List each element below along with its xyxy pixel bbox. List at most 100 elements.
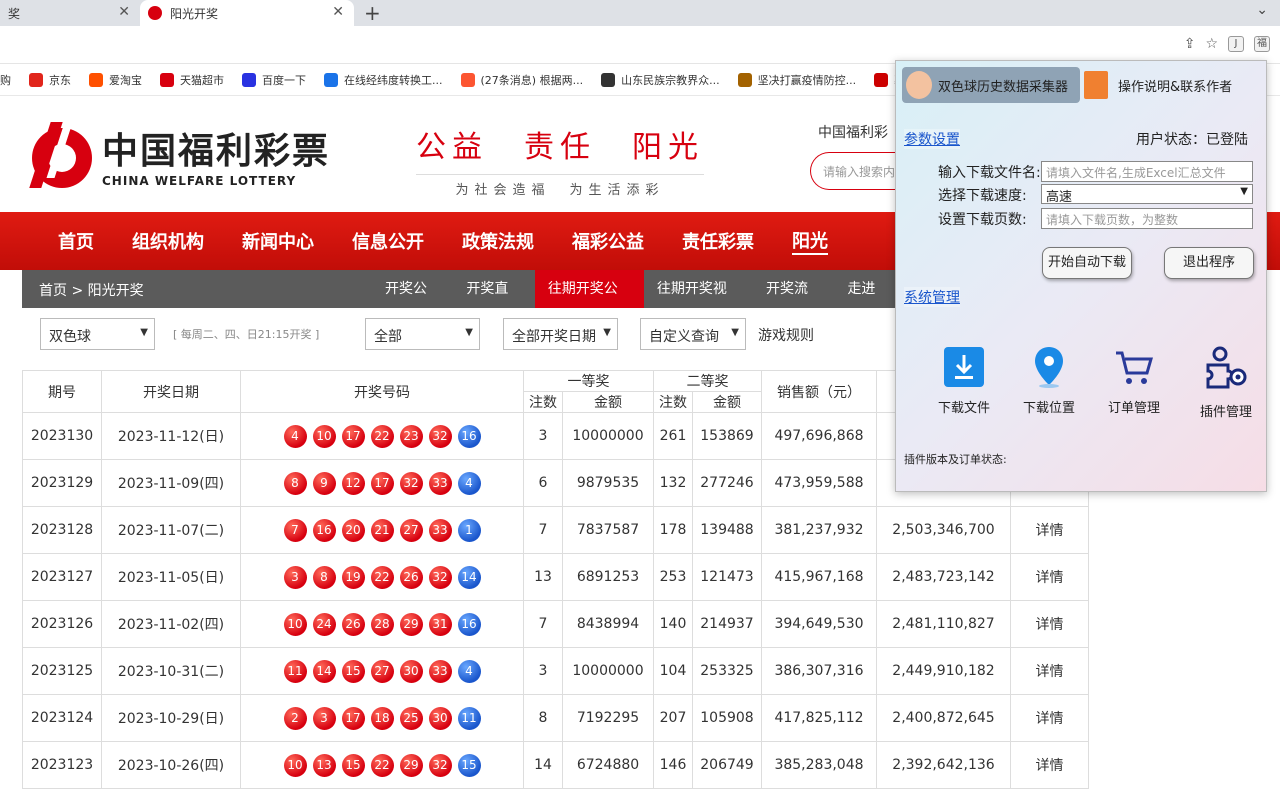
- filter-bar: 双色球 ▼ [ 每周二、四、日21:15开奖 ] 全部 ▼ 全部开奖日期 ▼ 自定义查…: [40, 318, 900, 352]
- subnav-item[interactable]: 走进开: [834, 270, 902, 335]
- subnav-item[interactable]: 往期开奖视频: [644, 270, 753, 335]
- issue-cell: 2023128: [22, 506, 102, 554]
- game-rules-link[interactable]: 游戏规则: [758, 325, 814, 345]
- detail-link[interactable]: 详情: [1010, 647, 1089, 695]
- detail-link[interactable]: 详情: [1010, 600, 1089, 648]
- bookmark-item[interactable]: 天猫超市: [160, 72, 224, 88]
- first-amount-cell: 10000000: [562, 412, 654, 460]
- sales-cell: 386,307,316: [761, 647, 877, 695]
- site-logo[interactable]: 中国福利彩票 CHINA WELFARE LOTTERY: [22, 118, 330, 192]
- nav-item[interactable]: 首页: [58, 228, 94, 254]
- star-icon[interactable]: ☆: [1205, 36, 1218, 52]
- download-location-button[interactable]: 下载位置: [1014, 345, 1084, 416]
- first-count-cell: 3: [523, 647, 563, 695]
- ball-group: 3 8 19 22 26 32 14: [241, 565, 523, 589]
- order-management-button[interactable]: 订单管理: [1099, 345, 1169, 416]
- detail-link[interactable]: 详情: [1010, 694, 1089, 742]
- date-select[interactable]: 全部开奖日期 ▼: [503, 318, 618, 350]
- issue-cell: 2023130: [22, 412, 102, 460]
- first-count-cell: 7: [523, 506, 563, 554]
- bookmark-item[interactable]: 百度一下: [242, 72, 306, 88]
- bookmark-item[interactable]: 在线经纬度转换工...: [324, 72, 443, 88]
- pages-input[interactable]: 请填入下载页数，为整数: [1041, 208, 1253, 229]
- extension-plugin-icon[interactable]: 福: [1254, 36, 1270, 52]
- red-ball: 2: [283, 706, 307, 730]
- tab-collector[interactable]: 双色球历史数据采集器: [902, 67, 1080, 103]
- system-section-link[interactable]: 系统管理: [904, 287, 960, 307]
- bookmark-item[interactable]: (27条消息) 根据两...: [460, 72, 583, 88]
- subnav-item[interactable]: 开奖公告: [372, 270, 453, 335]
- ball-group: 7 16 20 21 27 33 1: [241, 518, 523, 542]
- detail-link[interactable]: 详情: [1010, 553, 1089, 601]
- red-ball: 15: [341, 753, 365, 777]
- second-count-cell: 104: [653, 647, 693, 695]
- site-name-link[interactable]: 中国福利彩: [818, 122, 888, 142]
- nav-item[interactable]: 阳光: [792, 227, 828, 255]
- sales-cell: 417,825,112: [761, 694, 877, 742]
- numbers-cell: 2 3 17 18 25 30 11: [240, 694, 524, 742]
- nav-item[interactable]: 福彩公益: [572, 228, 644, 254]
- breadcrumb[interactable]: 首页 > 阳光开奖: [39, 280, 144, 300]
- first-amount-cell: 8438994: [562, 600, 654, 648]
- start-download-button[interactable]: 开始自动下载: [1042, 247, 1132, 279]
- bookmark-item[interactable]: 购: [0, 72, 11, 88]
- bookmark-item[interactable]: 坚决打赢疫情防控...: [737, 72, 856, 88]
- nav-item[interactable]: 责任彩票: [682, 228, 754, 254]
- blue-ball: 15: [457, 753, 481, 777]
- red-ball: 33: [428, 659, 452, 683]
- sales-cell: 381,237,932: [761, 506, 877, 554]
- subnav-item[interactable]: 往期开奖公告: [534, 270, 644, 335]
- red-ball: 14: [312, 659, 336, 683]
- red-ball: 10: [283, 612, 307, 636]
- exit-button[interactable]: 退出程序: [1164, 247, 1254, 279]
- params-section-link[interactable]: 参数设置: [904, 129, 960, 149]
- red-ball: 3: [312, 706, 336, 730]
- browser-tab[interactable]: 奖 ✕: [0, 0, 140, 26]
- subnav-item[interactable]: 开奖流程: [753, 270, 834, 335]
- logo-en-text: CHINA WELFARE LOTTERY: [102, 174, 297, 188]
- scope-select[interactable]: 全部 ▼: [365, 318, 480, 350]
- tab-title: 阳光开奖: [170, 6, 219, 21]
- bookmark-item[interactable]: 山东民族宗教界众...: [601, 72, 720, 88]
- blue-ball: 14: [457, 565, 481, 589]
- extension-j-icon[interactable]: J: [1228, 36, 1244, 52]
- plugin-management-label: 插件管理: [1199, 405, 1252, 420]
- table-row: 2023123 2023-10-26(四) 10 13 15 22 29 32 15 14 6724…: [22, 741, 1089, 789]
- ball-group: 11 14 15 27 30 33 4: [241, 659, 523, 683]
- speed-select[interactable]: 高速 ▼: [1041, 184, 1253, 205]
- bookmark-label: 百度一下: [262, 73, 306, 87]
- new-tab-icon[interactable]: +: [364, 1, 381, 25]
- red-ball: 4: [283, 424, 307, 448]
- sales-cell: 473,959,588: [761, 459, 877, 507]
- issue-cell: 2023125: [22, 647, 102, 695]
- bookmark-item[interactable]: 爱淘宝: [89, 72, 142, 88]
- pool-cell: 2,392,642,136: [876, 741, 1011, 789]
- address-bar[interactable]: ⇪ ☆ J 福: [0, 26, 1280, 64]
- game-select[interactable]: 双色球 ▼: [40, 318, 155, 350]
- nav-item[interactable]: 组织机构: [132, 228, 204, 254]
- chevron-down-icon: ▼: [140, 327, 148, 338]
- close-tab-icon[interactable]: ✕: [332, 4, 344, 20]
- subnav-item[interactable]: 开奖直播: [453, 270, 534, 335]
- chevron-down-icon[interactable]: ⌄: [1256, 2, 1268, 18]
- filename-input[interactable]: 请填入文件名,生成Excel汇总文件: [1041, 161, 1253, 182]
- plugin-management-button[interactable]: 插件管理: [1191, 345, 1261, 420]
- blue-ball: 16: [457, 612, 481, 636]
- browser-tab-active[interactable]: 阳光开奖 ✕: [140, 0, 354, 26]
- nav-item[interactable]: 新闻中心: [242, 228, 314, 254]
- close-tab-icon[interactable]: ✕: [118, 4, 130, 20]
- detail-link[interactable]: 详情: [1010, 506, 1089, 554]
- download-file-button[interactable]: 下载文件: [929, 345, 999, 416]
- red-ball: 32: [399, 471, 423, 495]
- logo-cn-text: 中国福利彩票: [102, 131, 331, 172]
- detail-link[interactable]: 详情: [1010, 741, 1089, 789]
- share-icon[interactable]: ⇪: [1184, 36, 1196, 52]
- nav-item[interactable]: 政策法规: [462, 228, 534, 254]
- second-count-cell: 178: [653, 506, 693, 554]
- bookmark-item[interactable]: 京东: [29, 72, 71, 88]
- pool-cell: 2,503,346,700: [876, 506, 1011, 554]
- nav-item[interactable]: 信息公开: [352, 228, 424, 254]
- query-select[interactable]: 自定义查询 ▼: [640, 318, 746, 350]
- user-status: 用户状态：已登陆: [1136, 132, 1248, 148]
- tab-help[interactable]: 操作说明&联系作者: [1084, 67, 1262, 103]
